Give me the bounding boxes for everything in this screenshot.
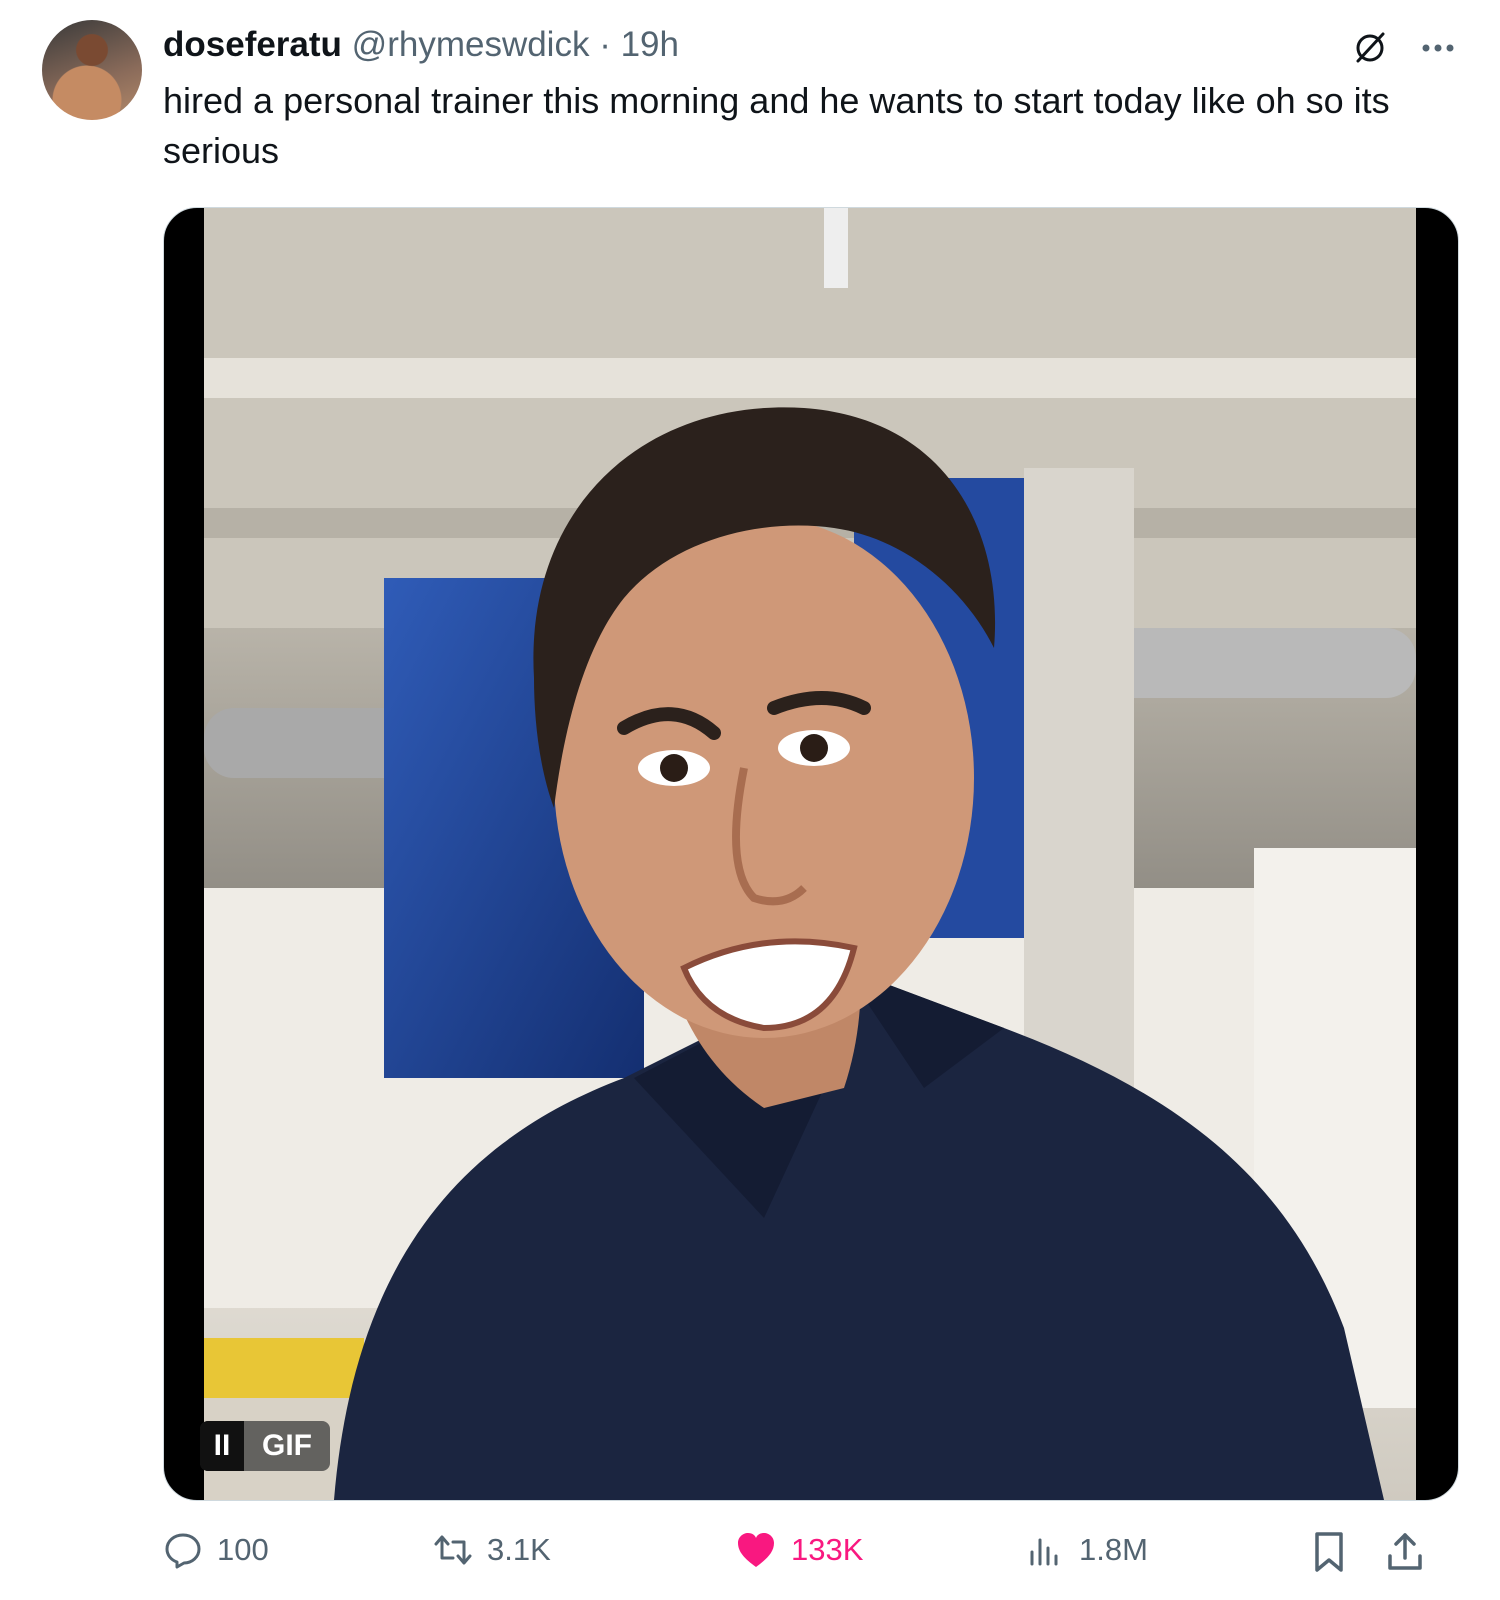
share-icon bbox=[1385, 1530, 1425, 1574]
pause-icon[interactable]: II bbox=[200, 1421, 244, 1471]
repost-icon bbox=[433, 1530, 473, 1570]
more-icon[interactable] bbox=[1418, 28, 1458, 73]
tweet-media[interactable]: II GIF bbox=[163, 207, 1459, 1501]
like-button[interactable]: 133K bbox=[735, 1530, 863, 1570]
timestamp[interactable]: 19h bbox=[621, 25, 679, 64]
reply-button[interactable]: 100 bbox=[163, 1530, 269, 1570]
views-icon bbox=[1025, 1530, 1065, 1570]
repost-button[interactable]: 3.1K bbox=[433, 1530, 551, 1570]
tweet-text: hired a personal trainer this morning an… bbox=[163, 80, 1390, 171]
bookmark-icon bbox=[1309, 1530, 1349, 1574]
reply-icon bbox=[163, 1530, 203, 1570]
views-count: 1.8M bbox=[1079, 1532, 1148, 1567]
heart-icon bbox=[735, 1530, 777, 1570]
avatar[interactable] bbox=[42, 20, 142, 120]
gif-image[interactable] bbox=[204, 208, 1416, 1500]
display-name[interactable]: doseferatu bbox=[163, 25, 342, 64]
action-bar: 100 3.1K 133K 1.8M bbox=[163, 1530, 1457, 1586]
share-button[interactable] bbox=[1385, 1530, 1425, 1574]
gif-label: GIF bbox=[262, 1429, 312, 1462]
repost-count: 3.1K bbox=[487, 1532, 551, 1567]
bookmark-button[interactable] bbox=[1309, 1530, 1349, 1574]
like-count: 133K bbox=[791, 1532, 864, 1567]
gif-badge[interactable]: II GIF bbox=[200, 1421, 330, 1471]
header-actions bbox=[1350, 28, 1458, 73]
separator-dot: · bbox=[599, 25, 611, 64]
user-handle[interactable]: @rhymeswdick bbox=[352, 25, 590, 64]
views-button[interactable]: 1.8M bbox=[1025, 1530, 1148, 1570]
tweet-header: doseferatu @rhymeswdick · 19h bbox=[163, 24, 679, 66]
slashed-circle-icon[interactable] bbox=[1350, 28, 1390, 73]
reply-count: 100 bbox=[217, 1532, 269, 1567]
